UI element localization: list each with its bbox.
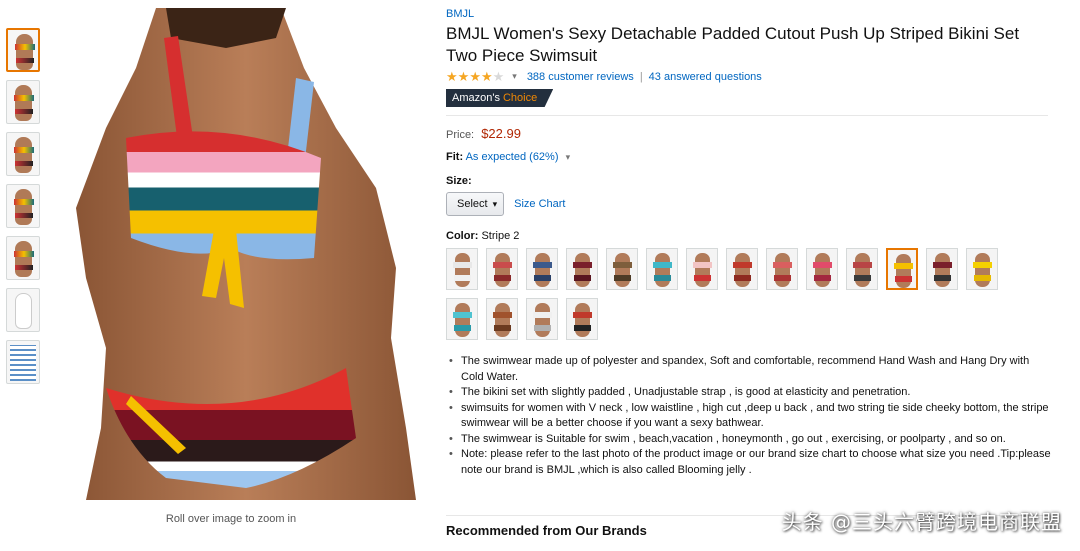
thumbnail-list [6,28,42,392]
badge-choice: Choice [502,92,538,104]
color-swatch-3[interactable] [526,248,558,290]
color-swatch-10[interactable] [806,248,838,290]
size-select-label: Select [457,198,488,210]
color-swatch-8[interactable] [726,248,758,290]
color-label: Color: [446,230,479,242]
color-swatch-2[interactable] [486,248,518,290]
color-swatch-17[interactable] [526,298,558,340]
star-icon: ★ [469,69,481,84]
thumbnail-1[interactable] [6,28,40,72]
color-swatches [446,248,1026,348]
product-photo [46,8,416,500]
color-swatch-7[interactable] [686,248,718,290]
size-row: Select ▾ Size Chart [446,192,1056,216]
feature-bullet: The bikini set with slightly padded , Un… [446,385,1051,401]
chevron-down-icon[interactable]: ▾ [512,71,517,82]
chevron-down-icon[interactable]: ▾ [566,152,571,162]
star-icon: ★ [457,69,470,84]
color-swatch-4[interactable] [566,248,598,290]
star-icon: ★ [446,69,458,84]
product-details: BMJL BMJL Women's Sexy Detachable Padded… [446,8,1056,478]
product-title: BMJL Women's Sexy Detachable Padded Cuto… [446,24,1020,65]
color-swatch-1[interactable] [446,248,478,290]
thumbnail-7[interactable] [6,340,40,384]
recommended-heading: Recommended from Our Brands [446,523,647,538]
color-swatch-5[interactable] [606,248,638,290]
divider [446,115,1048,116]
color-swatch-11[interactable] [846,248,878,290]
color-swatch-18[interactable] [566,298,598,340]
feature-bullet: The swimwear is Suitable for swim , beac… [446,432,1051,448]
answered-questions-link[interactable]: 43 answered questions [649,71,762,83]
thumbnail-6[interactable] [6,288,40,332]
size-chart-link[interactable]: Size Chart [514,198,565,210]
chevron-down-icon: ▾ [492,198,498,209]
brand-link[interactable]: BMJL [446,8,1056,20]
feature-bullets: The swimwear made up of polyester and sp… [446,354,1051,478]
price-label: Price: [446,129,475,141]
fit-label: Fit: [446,151,464,163]
price-row: Price: $22.99 [446,126,1056,141]
main-product-image[interactable] [46,8,416,500]
fit-value[interactable]: As expected (62%) [466,151,559,163]
size-select[interactable]: Select ▾ [446,192,505,216]
price-value: $22.99 [481,126,521,141]
fit-row: Fit: As expected (62%) ▾ [446,151,1056,163]
rating-row: ★ ★ ★ ★ ★ ▾ 388 customer reviews | 43 answer… [446,70,1056,83]
star-rating[interactable]: ★ ★ ★ ★ ★ [446,70,504,83]
color-swatch-9[interactable] [766,248,798,290]
thumbnail-2[interactable] [6,80,40,124]
thumbnail-4[interactable] [6,184,40,228]
feature-bullet: swimsuits for women with V neck , low wa… [446,401,1051,432]
thumbnail-5[interactable] [6,236,40,280]
color-row: Color: Stripe 2 [446,230,1056,242]
amazons-choice-badge: Amazon's Choice [446,89,554,107]
size-label: Size: [446,175,472,187]
feature-bullet: Note: please refer to the last photo of … [446,447,1051,478]
star-icon: ★ [492,69,505,84]
zoom-hint: Roll over image to zoom in [165,513,297,525]
star-icon: ★ [480,69,493,84]
color-swatch-6[interactable] [646,248,678,290]
color-swatch-13[interactable] [926,248,958,290]
color-value: Stripe 2 [481,230,520,242]
color-swatch-16[interactable] [486,298,518,340]
separator: | [639,70,643,83]
watermark: 头条 @三头六臂跨境电商联盟 [781,510,1062,534]
customer-reviews-link[interactable]: 388 customer reviews [527,71,634,83]
color-swatch-15[interactable] [446,298,478,340]
color-swatch-12[interactable] [886,248,918,290]
feature-bullet: The swimwear made up of polyester and sp… [446,354,1051,385]
badge-prefix: Amazon's [452,92,500,104]
color-swatch-14[interactable] [966,248,998,290]
thumbnail-3[interactable] [6,132,40,176]
